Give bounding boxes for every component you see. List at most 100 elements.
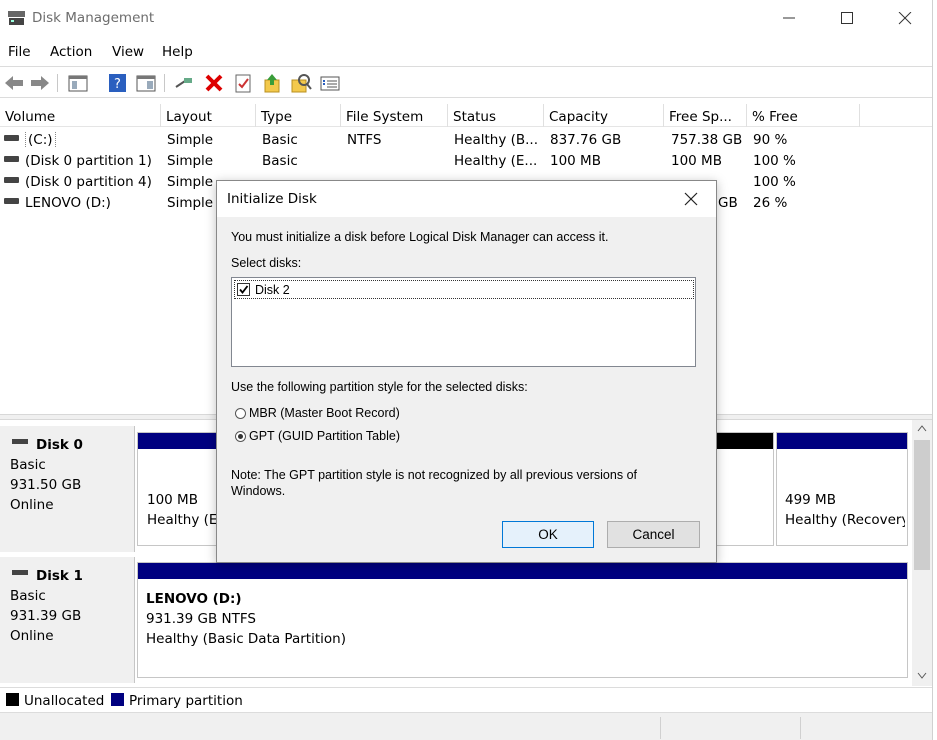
partition-size: 499 MB: [785, 492, 836, 508]
disk-view-scrollbar[interactable]: [912, 420, 932, 686]
percent-cell: 90 %: [753, 132, 788, 148]
menu-action[interactable]: Action: [50, 44, 92, 60]
disk-icon: [12, 570, 28, 575]
partition-size: 100 MB: [147, 492, 198, 508]
partition-bar: [138, 563, 907, 579]
mbr-radio[interactable]: [235, 408, 246, 419]
gpt-radio[interactable]: [235, 431, 246, 442]
forward-arrow-icon[interactable]: [29, 72, 51, 94]
col-capacity[interactable]: Capacity: [544, 104, 664, 127]
title-bar: Disk Management: [0, 0, 937, 36]
help-icon[interactable]: ?: [107, 72, 129, 94]
partition-c[interactable]: [716, 432, 774, 546]
drive-icon: [4, 156, 19, 162]
scroll-down-icon[interactable]: [917, 672, 927, 680]
layout-cell: Simple: [167, 153, 214, 169]
legend: Unallocated Primary partition: [0, 687, 937, 712]
col-layout[interactable]: Layout: [161, 104, 256, 127]
toolbar-separator: [164, 74, 165, 92]
disk-kind: Basic: [10, 457, 46, 473]
legend-label: Unallocated: [24, 693, 105, 709]
properties-icon[interactable]: [232, 72, 254, 94]
fs-cell: NTFS: [347, 132, 382, 148]
table-row[interactable]: (C:) Simple Basic NTFS Healthy (B... 837…: [0, 130, 937, 151]
free-cell: 757.38 GB: [671, 132, 743, 148]
col-status[interactable]: Status: [448, 104, 544, 127]
cancel-button[interactable]: Cancel: [607, 521, 700, 548]
partition-style-label: Use the following partition style for th…: [231, 380, 528, 394]
status-cell: Healthy (E...: [454, 153, 538, 169]
gpt-label[interactable]: GPT (GUID Partition Table): [249, 429, 400, 443]
free-cell: GB: [718, 195, 738, 211]
mbr-label[interactable]: MBR (Master Boot Record): [249, 406, 400, 420]
disk-select-list[interactable]: Disk 2: [231, 277, 696, 367]
maximize-button[interactable]: [818, 0, 876, 36]
list-item[interactable]: Disk 2: [234, 280, 694, 299]
partition-recovery[interactable]: 499 MB Healthy (Recovery Partition): [776, 432, 908, 546]
partition-status: Healthy (Recovery Partition): [785, 512, 905, 528]
dialog-intro: You must initialize a disk before Logica…: [231, 230, 609, 244]
window-title: Disk Management: [32, 10, 155, 26]
menu-bar: File Action View Help: [0, 38, 937, 64]
delete-icon[interactable]: [203, 72, 225, 94]
console-tree-icon[interactable]: [67, 72, 89, 94]
col-percent-free[interactable]: % Free: [747, 104, 860, 127]
legend-label: Primary partition: [129, 693, 243, 709]
toolbar-separator: [57, 74, 58, 92]
dialog-close-icon[interactable]: [683, 191, 699, 207]
capacity-cell: 100 MB: [550, 153, 601, 169]
volume-table-header: Volume Layout Type File System Status Ca…: [0, 104, 937, 127]
dialog-title-bar: Initialize Disk: [217, 181, 716, 217]
disk-0-label[interactable]: Disk 0 Basic 931.50 GB Online: [0, 426, 135, 552]
action-pane-icon[interactable]: [135, 72, 157, 94]
disk-name: Disk 1: [36, 568, 83, 584]
type-cell: Basic: [262, 132, 298, 148]
col-volume[interactable]: Volume: [0, 104, 161, 127]
volume-name: (C:): [25, 132, 56, 148]
disk-checkbox[interactable]: [237, 283, 250, 296]
close-button[interactable]: [876, 0, 934, 36]
svg-text:?: ?: [114, 77, 121, 92]
partition-efi[interactable]: 100 MB Healthy (EFI System Partition): [137, 432, 217, 546]
status-cell: Healthy (B...: [454, 132, 539, 148]
capacity-cell: 837.76 GB: [550, 132, 622, 148]
drive-icon: [4, 198, 19, 204]
col-free-space[interactable]: Free Sp...: [664, 104, 747, 127]
disk-icon: [12, 439, 28, 444]
layout-cell: Simple: [167, 174, 214, 190]
col-file-system[interactable]: File System: [341, 104, 448, 127]
partition-size: 931.39 GB NTFS: [146, 611, 256, 627]
back-arrow-icon[interactable]: [3, 72, 25, 94]
close-icon: [898, 12, 912, 25]
export-icon[interactable]: [261, 72, 283, 94]
partition-lenovo[interactable]: LENOVO (D:) 931.39 GB NTFS Healthy (Basi…: [137, 562, 908, 678]
col-type[interactable]: Type: [256, 104, 341, 127]
table-row[interactable]: (Disk 0 partition 1) Simple Basic Health…: [0, 151, 937, 172]
select-disks-label: Select disks:: [231, 256, 302, 270]
drive-icon: [4, 177, 19, 183]
partition-bar: [777, 433, 907, 449]
list-icon[interactable]: [319, 72, 341, 94]
volume-name: (Disk 0 partition 4): [25, 174, 152, 190]
partition-status: Healthy (EFI System Partition): [147, 512, 217, 528]
menu-file[interactable]: File: [8, 44, 31, 60]
maximize-icon: [841, 12, 853, 24]
window-edge: [932, 0, 937, 740]
volume-name: LENOVO (D:): [25, 195, 111, 211]
disk-size: 931.50 GB: [10, 477, 82, 493]
menu-view[interactable]: View: [112, 44, 144, 60]
disk-size: 931.39 GB: [10, 608, 82, 624]
disk-1-label[interactable]: Disk 1 Basic 931.39 GB Online: [0, 557, 135, 683]
minimize-button[interactable]: [760, 0, 818, 36]
minimize-icon: [783, 17, 795, 19]
disk-state: Online: [10, 628, 54, 644]
layout-cell: Simple: [167, 132, 214, 148]
layout-cell: Simple: [167, 195, 214, 211]
scrollbar-thumb[interactable]: [914, 440, 930, 570]
connect-icon[interactable]: [173, 72, 195, 94]
find-icon[interactable]: [290, 72, 312, 94]
ok-button[interactable]: OK: [502, 521, 594, 548]
partition-status: Healthy (Basic Data Partition): [146, 631, 346, 647]
scroll-up-icon[interactable]: [917, 424, 927, 432]
menu-help[interactable]: Help: [162, 44, 193, 60]
